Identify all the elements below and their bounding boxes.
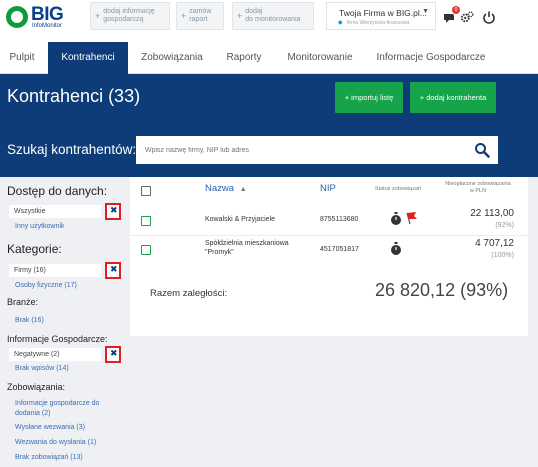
column-status-header: Status zobowiązań	[374, 186, 422, 192]
tab-informacje-gospodarcze[interactable]: Informacje Gospodarcze	[368, 42, 494, 74]
unpaid-percent: (92%)	[495, 222, 514, 229]
add-contractor-button[interactable]: + dodaj kontrahenta	[410, 82, 496, 113]
add-monitoring-button[interactable]: + dodaj do monitorowania	[232, 2, 314, 30]
order-report-label: zamów raport	[189, 8, 212, 23]
obligations-link[interactable]: Wezwania do wysłania (1)	[15, 438, 96, 448]
caret-down-icon: ▼	[422, 8, 429, 15]
close-icon: ✖	[110, 264, 118, 274]
add-monitoring-label: dodaj do monitorowania	[245, 8, 301, 23]
contractor-name[interactable]: Kowalski & Przyjaciele	[205, 215, 275, 224]
column-unpaid-header: Nieopłacone zobowiązania w PLN	[445, 181, 511, 194]
tab-pulpit[interactable]: Pulpit	[0, 42, 44, 74]
access-other-link[interactable]: Inny użytkownik	[15, 222, 64, 232]
obligations-link[interactable]: Brak zobowiązań (13)	[15, 453, 83, 463]
add-business-info-button[interactable]: + dodaj informację gospodarczą	[90, 2, 170, 30]
table-header: Nazwa ▲ NIP Status zobowiązań Nieopłacon…	[130, 177, 528, 207]
business-info-other-link[interactable]: Brak wpisów (14)	[15, 364, 69, 374]
contractor-nip: 4517051817	[320, 246, 359, 253]
sort-asc-icon: ▲	[239, 186, 247, 193]
total-summary: Razem zaległości: 26 820,12 (93%)	[130, 266, 528, 336]
access-heading: Dostęp do danych:	[7, 184, 108, 198]
stopwatch-icon	[391, 212, 401, 225]
table-row[interactable]: Spółdzielnia mieszkaniowa "Promyk" 45170…	[130, 236, 528, 266]
add-business-info-label: dodaj informację gospodarczą	[103, 8, 155, 23]
page-banner: Kontrahenci (33) + importuj listę + doda…	[0, 74, 538, 177]
tab-monitorowanie[interactable]: Monitorowanie	[278, 42, 362, 74]
tab-kontrahenci[interactable]: Kontrahenci	[48, 42, 128, 74]
category-other-link[interactable]: Osoby fizyczne (17)	[15, 281, 77, 291]
remove-business-info-filter-button[interactable]: ✖	[105, 346, 121, 363]
obligations-link[interactable]: Wysłane wezwania (3)	[15, 423, 85, 433]
settings-gears-icon[interactable]	[460, 10, 474, 24]
unpaid-percent: (100%)	[491, 252, 514, 259]
stopwatch-icon	[391, 242, 401, 255]
business-info-filter-chip: Negatywne (2)	[9, 348, 101, 361]
tab-zobowiazania[interactable]: Zobowiązania	[132, 42, 212, 74]
red-flag-icon	[406, 212, 417, 225]
obligations-heading: Zobowiązania:	[7, 382, 66, 392]
diamond-icon: ◆	[338, 20, 343, 26]
remove-access-filter-button[interactable]: ✖	[105, 203, 121, 220]
search-box	[136, 136, 498, 164]
contractor-nip: 8755113680	[320, 216, 359, 223]
plus-icon: +	[95, 11, 101, 21]
plus-icon: +	[181, 11, 187, 21]
access-filter-chip: Wszystkie	[9, 205, 101, 218]
plus-icon: +	[237, 11, 243, 21]
table-row[interactable]: Kowalski & Przyjaciele 8755113680 22 113…	[130, 207, 528, 236]
total-label: Razem zaległości:	[150, 288, 228, 299]
remove-category-filter-button[interactable]: ✖	[105, 262, 121, 279]
import-list-button[interactable]: + importuj listę	[335, 82, 403, 113]
row-checkbox[interactable]	[141, 245, 151, 255]
unpaid-amount: 22 113,00	[470, 208, 514, 219]
close-icon: ✖	[110, 205, 118, 215]
search-input[interactable]	[145, 141, 465, 159]
industry-heading: Branże:	[7, 297, 39, 307]
column-name-header[interactable]: Nazwa ▲	[205, 183, 247, 194]
logo-mark-icon	[6, 6, 28, 28]
tab-raporty[interactable]: Raporty	[216, 42, 272, 74]
top-bar: BIG InfoMonitor + dodaj informację gospo…	[0, 0, 538, 34]
close-icon: ✖	[110, 348, 118, 358]
category-heading: Kategorie:	[7, 242, 62, 256]
column-name-label: Nazwa	[205, 183, 235, 194]
row-checkbox[interactable]	[141, 216, 151, 226]
industry-link[interactable]: Brak (16)	[15, 316, 44, 326]
obligations-link[interactable]: Informacje gospodarcze do dodania (2)	[15, 399, 99, 419]
order-report-button[interactable]: + zamów raport	[176, 2, 224, 30]
page-title: Kontrahenci (33)	[7, 86, 141, 106]
main-navigation: Pulpit Kontrahenci Zobowiązania Raporty …	[0, 42, 538, 74]
company-subtitle: firma Wierzyciela-finansowa	[347, 20, 410, 26]
company-name: Twoja Firma w BIG.pl...	[339, 8, 427, 18]
select-all-checkbox[interactable]	[141, 186, 151, 196]
logout-power-icon[interactable]	[482, 10, 496, 24]
logo-subtitle: InfoMonitor	[32, 23, 63, 29]
company-switcher[interactable]: Twoja Firma w BIG.pl... ◆ firma Wierzyci…	[326, 2, 436, 30]
unpaid-amount: 4 707,12	[475, 238, 514, 249]
filters-sidebar: Dostęp do danych: Wszystkie ✖ Inny użytk…	[0, 177, 128, 467]
business-info-heading: Informacje Gospodarcze:	[7, 334, 108, 344]
search-icon[interactable]	[474, 142, 490, 158]
search-label: Szukaj kontrahentów:	[7, 142, 137, 157]
column-nip-header[interactable]: NIP	[320, 183, 336, 194]
notification-badge: 0	[452, 6, 460, 14]
category-filter-chip: Firmy (16)	[9, 264, 101, 277]
contractor-name[interactable]: Spółdzielnia mieszkaniowa "Promyk"	[205, 239, 289, 257]
total-value: 26 820,12 (93%)	[375, 280, 509, 300]
